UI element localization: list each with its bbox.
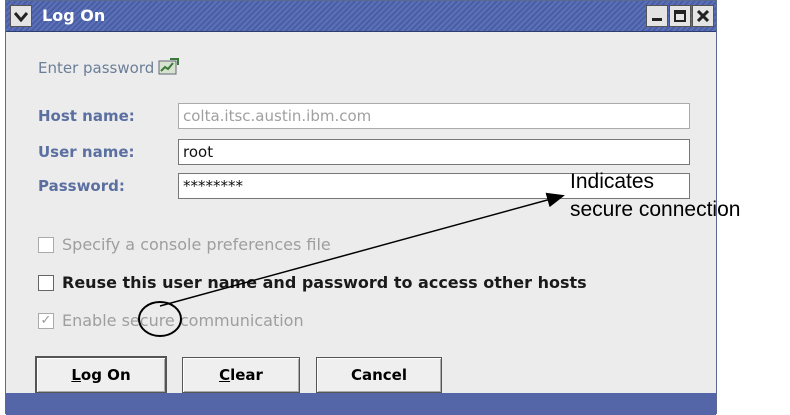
clear-mnemonic: C bbox=[219, 366, 231, 384]
close-button[interactable] bbox=[692, 5, 714, 27]
secure-connection-icon bbox=[158, 57, 180, 79]
host-name-field[interactable]: colta.itsc.austin.ibm.com bbox=[178, 103, 690, 129]
secure-communication-checkbox[interactable]: ✓ bbox=[38, 312, 54, 329]
prompt-text: Enter password bbox=[38, 59, 155, 77]
reuse-credentials-option[interactable]: Reuse this user name and password to acc… bbox=[38, 273, 587, 292]
user-name-field[interactable]: root bbox=[178, 139, 690, 165]
log-on-label-rest: og On bbox=[80, 366, 131, 384]
window-title: Log On bbox=[42, 6, 106, 25]
window-bottom-border bbox=[6, 393, 716, 415]
annotation-callout: Indicates secure connection bbox=[570, 168, 740, 224]
maximize-button[interactable] bbox=[669, 5, 691, 27]
annotation-line-1: Indicates bbox=[570, 170, 655, 193]
cancel-button[interactable]: Cancel bbox=[316, 357, 442, 393]
clear-label-rest: lear bbox=[230, 366, 263, 384]
password-label: Password: bbox=[38, 177, 125, 195]
console-prefs-checkbox[interactable] bbox=[38, 236, 54, 253]
reuse-credentials-checkbox[interactable] bbox=[38, 274, 54, 291]
password-prompt: Enter password bbox=[38, 57, 180, 79]
maximize-icon bbox=[674, 7, 686, 26]
secure-communication-label: Enable secure communication bbox=[62, 311, 304, 330]
minimize-icon bbox=[651, 7, 663, 26]
title-bar: Log On bbox=[6, 1, 716, 32]
console-prefs-option[interactable]: Specify a console preferences file bbox=[38, 235, 331, 254]
checkmark-icon: ✓ bbox=[40, 313, 52, 328]
log-on-mnemonic: L bbox=[71, 366, 81, 384]
user-name-label: User name: bbox=[38, 143, 135, 161]
log-on-button[interactable]: Log On bbox=[35, 356, 167, 394]
annotation-line-2: secure connection bbox=[570, 198, 741, 221]
secure-communication-option[interactable]: ✓ Enable secure communication bbox=[38, 311, 304, 330]
host-name-label: Host name: bbox=[38, 107, 135, 125]
reuse-credentials-label: Reuse this user name and password to acc… bbox=[62, 273, 587, 292]
window-menu-button[interactable] bbox=[10, 5, 32, 27]
chevron-down-icon bbox=[13, 7, 29, 26]
minimize-button[interactable] bbox=[646, 5, 668, 27]
close-icon bbox=[696, 7, 710, 26]
console-prefs-label: Specify a console preferences file bbox=[62, 235, 331, 254]
clear-button[interactable]: Clear bbox=[182, 357, 300, 393]
